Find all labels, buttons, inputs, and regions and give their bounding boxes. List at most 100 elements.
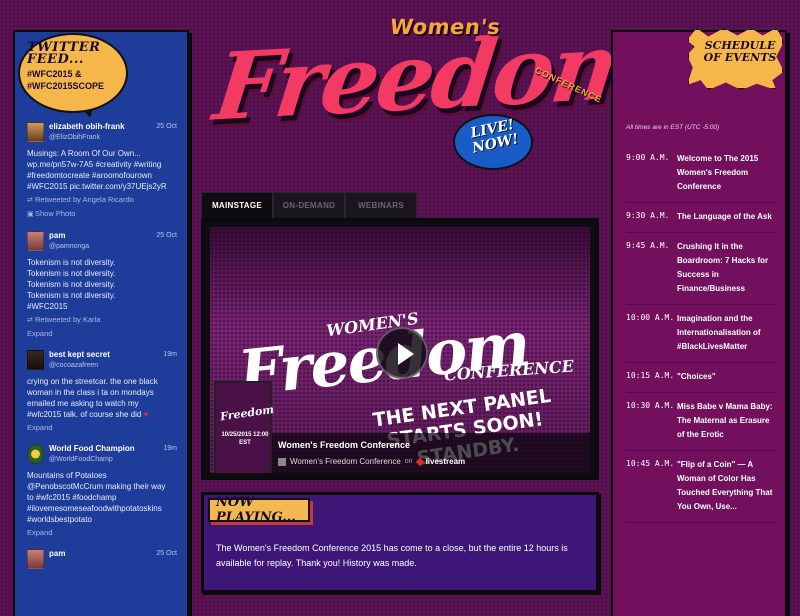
- schedule-item: 10:30 A.M. Miss Babe v Mama Baby: The Ma…: [626, 400, 776, 451]
- tweet-author-name[interactable]: best kept secret: [49, 350, 159, 360]
- tweet-line[interactable]: to #wfc2015 #foodchamp: [27, 492, 177, 503]
- tweet-line[interactable]: #ilovemesomeseafoodwithpotatoskins: [27, 503, 177, 514]
- stream-tabs: MAINSTAGE ON-DEMAND WEBINARS: [201, 192, 417, 218]
- tweet-line: Musings: A Room Of Our Own...: [27, 149, 141, 158]
- tweet[interactable]: pam 25 Oct: [27, 549, 177, 575]
- tweet-line: crying on the streetcar. the one black: [27, 377, 158, 386]
- image-icon: ▣: [27, 211, 34, 218]
- tweet[interactable]: elizabeth obih-frank @ElizObihFrank 25 O…: [27, 122, 177, 220]
- show-photo-link[interactable]: ▣Show Photo: [27, 208, 177, 220]
- tab-on-demand[interactable]: ON-DEMAND: [273, 192, 345, 218]
- tweet-line: Tokenism is not diversity.: [27, 291, 116, 300]
- video-caption-bar: Women's Freedom Conference Women's Freed…: [272, 433, 590, 473]
- tweet[interactable]: World Food Champion @WorldFoodChamp 19m …: [27, 444, 177, 538]
- twitter-feed-heading: Twitter Feed... #WFC2015 & #WFC2015SCOPE: [27, 40, 123, 92]
- tweet-timestamp[interactable]: 25 Oct: [156, 231, 177, 239]
- now-playing-text: The Women's Freedom Conference 2015 has …: [216, 543, 568, 568]
- retweet-info: ⇄ Retweeted by Karla: [27, 314, 177, 326]
- tweet-line[interactable]: #worldsbestpotato: [27, 514, 177, 525]
- tweet-line-text[interactable]: #wfc2015 talk. of course she did: [27, 410, 141, 419]
- video-screen[interactable]: WOMEN'S Freedom CONFERENCE THE NEXT PANE…: [210, 227, 590, 473]
- tab-webinars[interactable]: WEBINARS: [345, 192, 417, 218]
- tweet-list: elizabeth obih-frank @ElizObihFrank 25 O…: [27, 122, 177, 586]
- schedule-event: Miss Babe v Mama Baby: The Maternal as E…: [677, 402, 773, 439]
- now-playing-label: Now Playing...: [208, 495, 310, 525]
- video-player[interactable]: WOMEN'S Freedom CONFERENCE THE NEXT PANE…: [201, 218, 599, 480]
- schedule-item: 9:30 A.M. The Language of the Ask: [626, 210, 776, 233]
- conference-logo: Freedom Women's CONFERENCE LIVE! NOW!: [207, 8, 653, 173]
- tweet-timestamp[interactable]: 25 Oct: [156, 549, 177, 557]
- avatar[interactable]: [27, 444, 44, 464]
- tweet-line[interactable]: #freedomtocreate #aroomofourown: [27, 170, 177, 181]
- tweet-author-name[interactable]: elizabeth obih-frank: [49, 122, 152, 132]
- tweet-line: woman in the class i ta on mondays: [27, 388, 154, 397]
- retweet-by: Retweeted by Karla: [35, 315, 101, 324]
- tweet-line[interactable]: #WFC2015: [27, 301, 177, 312]
- schedule-event: "Flip of a Coin" — A Woman of Color Has …: [677, 460, 773, 511]
- tweet-author-handle[interactable]: @ElizObihFrank: [49, 133, 152, 143]
- schedule-item: 10:00 A.M. Imagination and the Internati…: [626, 312, 776, 363]
- tweet-author-handle[interactable]: @cocoazafreen: [49, 361, 159, 371]
- avatar[interactable]: [27, 122, 44, 142]
- on-text: on: [404, 458, 413, 465]
- tweet[interactable]: best kept secret @cocoazafreen 19m cryin…: [27, 350, 177, 433]
- tweet-author-name[interactable]: World Food Champion: [49, 444, 159, 454]
- now-playing-panel: Now Playing... The Women's Freedom Confe…: [201, 492, 599, 593]
- schedule-time: 9:30 A.M.: [626, 211, 670, 220]
- expand-link[interactable]: Expand: [27, 527, 177, 538]
- schedule-time: 10:00 A.M.: [626, 313, 675, 322]
- tweet-line: #wfc2015 talk. of course she did ♥: [27, 409, 177, 420]
- twitter-feed-title: Twitter Feed...: [27, 40, 101, 67]
- tweet-author-name[interactable]: pam: [49, 549, 152, 559]
- tab-mainstage[interactable]: MAINSTAGE: [201, 192, 273, 218]
- schedule-item: 9:00 A.M. Welcome to The 2015 Women's Fr…: [626, 152, 776, 203]
- channel-icon: [278, 457, 286, 466]
- schedule-event: "Choices": [677, 372, 716, 381]
- tweet-line: Tokenism is not diversity.: [27, 258, 116, 267]
- schedule-time: 10:15 A.M.: [626, 371, 675, 380]
- avatar[interactable]: [27, 350, 44, 370]
- schedule-title: Schedule of Events: [703, 39, 777, 64]
- video-channel-line: Women's Freedom Conference on livestream: [278, 457, 465, 466]
- expand-link[interactable]: Expand: [27, 328, 177, 339]
- tweet-line[interactable]: @PenobscotMcCrum making their way: [27, 481, 177, 492]
- tweet-author-handle[interactable]: @WorldFoodChamp: [49, 455, 159, 465]
- channel-name[interactable]: Women's Freedom Conference: [290, 457, 401, 466]
- tweet-text: Tokenism is not diversity. Tokenism is n…: [27, 257, 177, 312]
- retweet-icon: ⇄: [27, 317, 33, 324]
- expand-link[interactable]: Expand: [27, 422, 177, 433]
- schedule-item: 9:45 A.M. Crushing It in the Boardroom: …: [626, 240, 776, 305]
- schedule-event: Imagination and the Internationalisation…: [677, 314, 761, 351]
- tweet-line: Tokenism is not diversity.: [27, 269, 116, 278]
- tweet-line[interactable]: #WFC2015 pic.twitter.com/y37UEjs2yR: [27, 181, 177, 192]
- avatar[interactable]: [27, 231, 44, 251]
- tweet-timestamp[interactable]: 25 Oct: [156, 122, 177, 130]
- tweet-line[interactable]: wp.me/pn57w-7A5 #creativity #writing: [27, 159, 177, 170]
- play-icon[interactable]: [376, 327, 428, 379]
- tweet-author-handle[interactable]: @pamnonga: [49, 242, 152, 252]
- thumbnail-date: 10/25/2015 12:00 EST: [221, 432, 269, 446]
- avatar[interactable]: [27, 549, 44, 569]
- livestream-icon: [415, 457, 424, 466]
- show-photo-label[interactable]: Show Photo: [35, 209, 75, 218]
- tweet-line: Mountains of Potatoes: [27, 471, 107, 480]
- tweet-line: Tokenism is not diversity.: [27, 280, 116, 289]
- thumbnail-title: Freedom: [219, 403, 275, 424]
- tweet-timestamp[interactable]: 19m: [163, 444, 177, 452]
- retweet-by: Retweeted by Angela Ricardo: [35, 195, 134, 204]
- schedule-item: 10:45 A.M. "Flip of a Coin" — A Woman of…: [626, 458, 776, 523]
- tweet-line: emailed me asking to watch my: [27, 399, 139, 408]
- schedule-event: Crushing It in the Boardroom: 7 Hacks fo…: [677, 242, 769, 293]
- tweet-text: crying on the streetcar. the one black w…: [27, 376, 177, 420]
- tweet-text: Mountains of Potatoes @PenobscotMcCrum m…: [27, 470, 177, 525]
- channel-thumbnail[interactable]: Freedom 10/25/2015 12:00 EST: [214, 381, 275, 473]
- tweet-author-name[interactable]: pam: [49, 231, 152, 241]
- tweet-text: Musings: A Room Of Our Own... wp.me/pn57…: [27, 148, 177, 192]
- video-title[interactable]: Women's Freedom Conference: [278, 440, 410, 450]
- schedule-time: 9:00 A.M.: [626, 153, 670, 162]
- tweet-timestamp[interactable]: 19m: [163, 350, 177, 358]
- logo-womens-text: Women's: [388, 15, 503, 39]
- livestream-link[interactable]: livestream: [426, 457, 466, 466]
- tweet[interactable]: pam @pamnonga 25 Oct Tokenism is not div…: [27, 231, 177, 339]
- schedule-item: 10:15 A.M. "Choices": [626, 370, 776, 393]
